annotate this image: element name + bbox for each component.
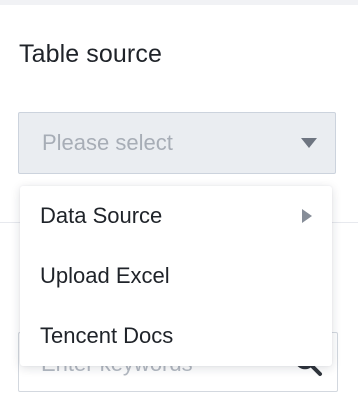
menu-item-label: Upload Excel <box>40 263 170 288</box>
chevron-right-icon <box>302 209 312 223</box>
table-source-select[interactable]: Please select <box>18 112 336 174</box>
table-source-dropdown-menu: Data Source Upload Excel Tencent Docs <box>20 186 332 366</box>
chevron-down-icon[interactable] <box>301 138 317 148</box>
menu-item-label: Data Source <box>40 203 163 228</box>
menu-item-data-source[interactable]: Data Source <box>20 186 332 246</box>
table-source-label: Table source <box>19 40 162 68</box>
menu-item-label: Tencent Docs <box>40 323 174 348</box>
select-placeholder: Please select <box>42 130 173 155</box>
menu-item-tencent-docs[interactable]: Tencent Docs <box>20 306 332 366</box>
menu-item-upload-excel[interactable]: Upload Excel <box>20 246 332 306</box>
top-divider-strip <box>0 0 358 5</box>
